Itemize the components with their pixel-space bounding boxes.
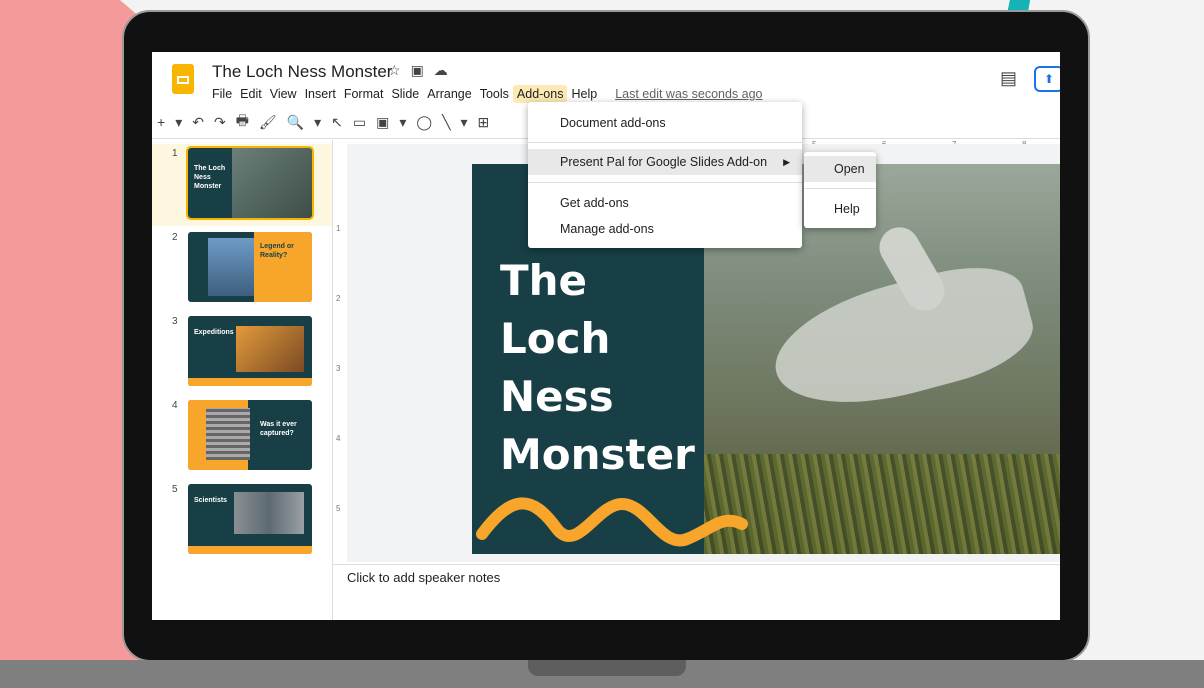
thumbnail-title: Scientists (194, 497, 228, 504)
filmstrip: 1 The Loch Ness Monster 2 Legend or Real… (152, 140, 333, 620)
slide-thumbnail: Was it ever captured? (188, 400, 312, 470)
app-window: The Loch Ness Monster ☆▣☁ File Edit View… (152, 52, 1060, 620)
submenu-arrow-icon: ▶ (783, 157, 790, 167)
menu-help[interactable]: Help (567, 85, 601, 103)
laptop-notch (528, 660, 686, 676)
title-line: Ness (500, 372, 614, 421)
menu-slide[interactable]: Slide (387, 85, 423, 103)
thumbnail-image (206, 408, 250, 460)
thumbnail-image (232, 148, 312, 218)
slide-thumbnail: The Loch Ness Monster (186, 146, 314, 220)
star-icon[interactable]: ☆ (388, 62, 411, 78)
menu-insert[interactable]: Insert (301, 85, 340, 103)
menu-bar: File Edit View Insert Format Slide Arran… (208, 85, 767, 103)
zoom-dropdown-icon[interactable]: ▾ (309, 114, 326, 131)
cloud-icon[interactable]: ☁ (434, 62, 458, 78)
slide-thumbnail: Expeditions (188, 316, 312, 386)
title-line: Monster (500, 430, 695, 479)
menu-separator (804, 188, 876, 189)
menu-item-manage-addons[interactable]: Manage add-ons (528, 216, 802, 242)
folder-icon[interactable]: ▣ (411, 62, 434, 78)
menu-item-label: Get add-ons (560, 196, 629, 210)
filmstrip-slide-5[interactable]: 5 Scientists (152, 480, 332, 562)
comment-icon[interactable]: ▤ (1000, 68, 1017, 89)
ruler-tick: 1 (336, 224, 341, 233)
menu-item-document-addons[interactable]: Document add-ons (528, 110, 802, 136)
menu-file[interactable]: File (208, 85, 236, 103)
speaker-notes[interactable]: Click to add speaker notes (347, 570, 500, 585)
thumbnail-title: The Loch Ness Monster (194, 165, 226, 190)
title-line: Loch (500, 314, 611, 363)
ruler-tick: 4 (336, 434, 341, 443)
thumbnail-bar (188, 546, 312, 554)
zoom-icon[interactable]: 🔍 (282, 114, 309, 131)
comment-add-icon[interactable]: ⊞ (473, 114, 495, 131)
thumbnail-image (208, 238, 254, 296)
title-icons: ☆▣☁ (388, 62, 458, 79)
line-dropdown-icon[interactable]: ▾ (456, 114, 473, 131)
thumbnail-image (234, 492, 304, 534)
textbox-icon[interactable]: ▭ (348, 114, 371, 131)
menu-item-label: Manage add-ons (560, 222, 654, 236)
menu-item-get-addons[interactable]: Get add-ons (528, 190, 802, 216)
addons-menu: Document add-ons Present Pal for Google … (528, 102, 802, 248)
paint-format-icon[interactable]: 🖌 (254, 114, 282, 131)
menu-tools[interactable]: Tools (476, 85, 513, 103)
document-title[interactable]: The Loch Ness Monster (212, 62, 392, 82)
slide-number: 2 (172, 232, 178, 243)
filmstrip-slide-4[interactable]: 4 Was it ever captured? (152, 396, 332, 478)
slide-thumbnail: Legend or Reality? (188, 232, 312, 302)
menu-item-present-pal[interactable]: Present Pal for Google Slides Add-on ▶ (528, 149, 802, 175)
thumbnail-title: Expeditions (194, 329, 234, 336)
image-dropdown-icon[interactable]: ▾ (394, 114, 411, 131)
menu-edit[interactable]: Edit (236, 85, 266, 103)
print-icon[interactable]: 🖶 (231, 110, 254, 134)
menu-addons[interactable]: Add-ons (512, 85, 568, 103)
notes-divider[interactable] (333, 564, 1060, 565)
present-pal-submenu: Open Help (804, 152, 876, 228)
slide-number: 3 (172, 316, 178, 327)
slide-thumbnail: Scientists (188, 484, 312, 554)
menu-separator (528, 182, 802, 183)
slide-title[interactable]: The Loch Ness Monster (500, 252, 695, 484)
thumbnail-bar (188, 378, 312, 386)
menu-item-label: Document add-ons (560, 116, 666, 130)
slides-logo-icon[interactable] (172, 64, 194, 94)
thumbnail-title: Was it ever captured? (260, 421, 297, 437)
filmstrip-slide-1[interactable]: 1 The Loch Ness Monster (152, 144, 332, 226)
menu-view[interactable]: View (266, 85, 301, 103)
menu-format[interactable]: Format (340, 85, 388, 103)
undo-icon[interactable]: ↶ (187, 114, 209, 131)
thumbnail-title: Legend or Reality? (260, 243, 294, 259)
redo-icon[interactable]: ↷ (209, 114, 231, 131)
line-icon[interactable]: ╲ (437, 114, 455, 131)
ruler-tick: 3 (336, 364, 341, 373)
slide-number: 1 (172, 148, 178, 159)
new-slide-dropdown-icon[interactable]: ▾ (170, 114, 187, 131)
menu-item-label: Present Pal for Google Slides Add-on (560, 155, 768, 169)
new-slide-icon[interactable]: + (152, 114, 170, 130)
slide-number: 4 (172, 400, 178, 411)
ruler-tick: 5 (336, 504, 341, 513)
submenu-help[interactable]: Help (804, 196, 876, 222)
ruler-tick: 2 (336, 294, 341, 303)
title-line: The (500, 256, 588, 305)
last-edit-link[interactable]: Last edit was seconds ago (611, 85, 766, 103)
thumbnail-image (236, 326, 304, 372)
wave-decoration (476, 497, 748, 547)
filmstrip-slide-3[interactable]: 3 Expeditions (152, 312, 332, 394)
vertical-ruler: 1 2 3 4 5 (333, 144, 347, 564)
seabed (704, 454, 1060, 554)
menu-separator (528, 142, 802, 143)
present-button[interactable]: ⬆ (1034, 66, 1060, 92)
submenu-open[interactable]: Open (804, 156, 876, 182)
slide-number: 5 (172, 484, 178, 495)
filmstrip-slide-2[interactable]: 2 Legend or Reality? (152, 228, 332, 310)
menu-arrange[interactable]: Arrange (423, 85, 475, 103)
select-icon[interactable]: ↖ (326, 114, 348, 131)
image-icon[interactable]: ▣ (371, 114, 394, 131)
shape-icon[interactable]: ◯ (411, 114, 437, 131)
